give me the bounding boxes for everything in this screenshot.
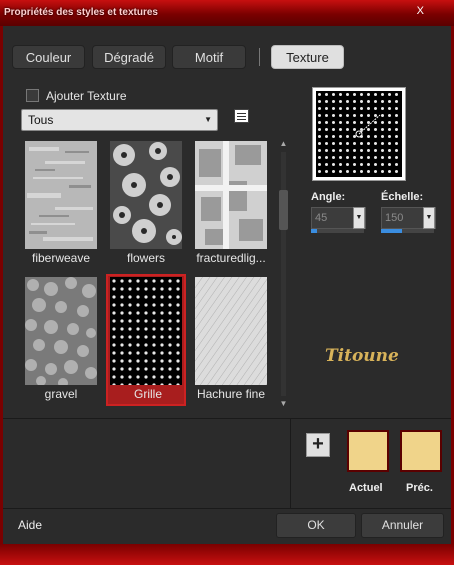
texture-settings-icon[interactable] — [234, 109, 249, 123]
add-texture-checkbox[interactable] — [26, 89, 39, 102]
angle-slider[interactable] — [311, 229, 364, 233]
tab-degrade[interactable]: Dégradé — [92, 45, 166, 69]
gallery-scrollbar[interactable]: ▲ ▼ — [277, 138, 290, 410]
angle-dropdown[interactable]: ▼ — [353, 207, 365, 229]
signature-watermark: Titoune — [325, 346, 399, 366]
previous-color-label: Préc. — [406, 482, 433, 494]
angle-label: Angle: — [311, 191, 346, 203]
title-bar: Propriétés des styles et textures X — [0, 0, 454, 26]
texture-thumb-gravel[interactable]: gravel — [21, 274, 101, 406]
divider — [3, 418, 451, 419]
texture-label: flowers — [126, 251, 165, 265]
scale-dropdown[interactable]: ▼ — [423, 207, 435, 229]
divider — [290, 418, 291, 508]
scroll-up-icon[interactable]: ▲ — [277, 138, 290, 150]
texture-thumb-fracturedlight[interactable]: fracturedlig... — [191, 138, 271, 270]
texture-label: gravel — [44, 387, 78, 401]
texture-label: fiberweave — [31, 251, 91, 265]
texture-thumb-flowers[interactable]: flowers — [106, 138, 186, 270]
chevron-down-icon: ▼ — [204, 115, 212, 124]
tab-couleur[interactable]: Couleur — [12, 45, 85, 69]
tab-texture[interactable]: Texture — [271, 45, 344, 69]
fracturedlight-image — [195, 141, 267, 249]
flowers-image — [110, 141, 182, 249]
scale-slider-fill — [381, 229, 403, 233]
fiberweave-image — [25, 141, 97, 249]
scroll-down-icon[interactable]: ▼ — [277, 398, 290, 410]
cancel-button[interactable]: Annuler — [361, 513, 444, 538]
tab-motif[interactable]: Motif — [172, 45, 246, 69]
scroll-thumb[interactable] — [279, 190, 288, 230]
ok-button[interactable]: OK — [276, 513, 356, 538]
tab-separator — [259, 48, 260, 66]
divider — [3, 508, 451, 509]
scroll-track — [281, 152, 286, 396]
window-title: Propriétés des styles et textures — [4, 7, 158, 18]
texture-thumb-fiberweave[interactable]: fiberweave — [21, 138, 101, 270]
gravel-image — [25, 277, 97, 385]
frame-left — [0, 26, 3, 544]
preview-image — [316, 91, 402, 177]
close-icon[interactable]: X — [417, 5, 424, 17]
category-value: Tous — [28, 113, 54, 127]
texture-thumb-hachure-fine[interactable]: Hachure fine — [191, 274, 271, 406]
add-swatch-button[interactable]: + — [306, 433, 330, 457]
scale-slider[interactable] — [381, 229, 434, 233]
texture-label: Hachure fine — [196, 387, 266, 401]
texture-thumb-grille[interactable]: Grille — [106, 274, 186, 406]
help-link[interactable]: Aide — [18, 518, 42, 532]
scale-label: Échelle: — [381, 191, 424, 203]
current-color-swatch[interactable] — [347, 430, 389, 472]
texture-preview[interactable] — [312, 87, 406, 181]
grille-image — [110, 277, 182, 385]
angle-value: 45 — [315, 212, 328, 224]
texture-label: Grille — [133, 387, 162, 401]
angle-slider-fill — [311, 229, 318, 233]
category-dropdown[interactable]: Tous ▼ — [21, 109, 218, 131]
add-texture-label: Ajouter Texture — [46, 89, 127, 103]
texture-gallery: fiberweave flowers fracturedlig... grave… — [21, 138, 273, 410]
texture-label: fracturedlig... — [196, 251, 266, 265]
previous-color-swatch[interactable] — [400, 430, 442, 472]
current-color-label: Actuel — [349, 482, 383, 494]
hachure-fine-image — [195, 277, 267, 385]
scale-value: 150 — [385, 212, 404, 224]
window-frame-bottom — [0, 544, 454, 565]
